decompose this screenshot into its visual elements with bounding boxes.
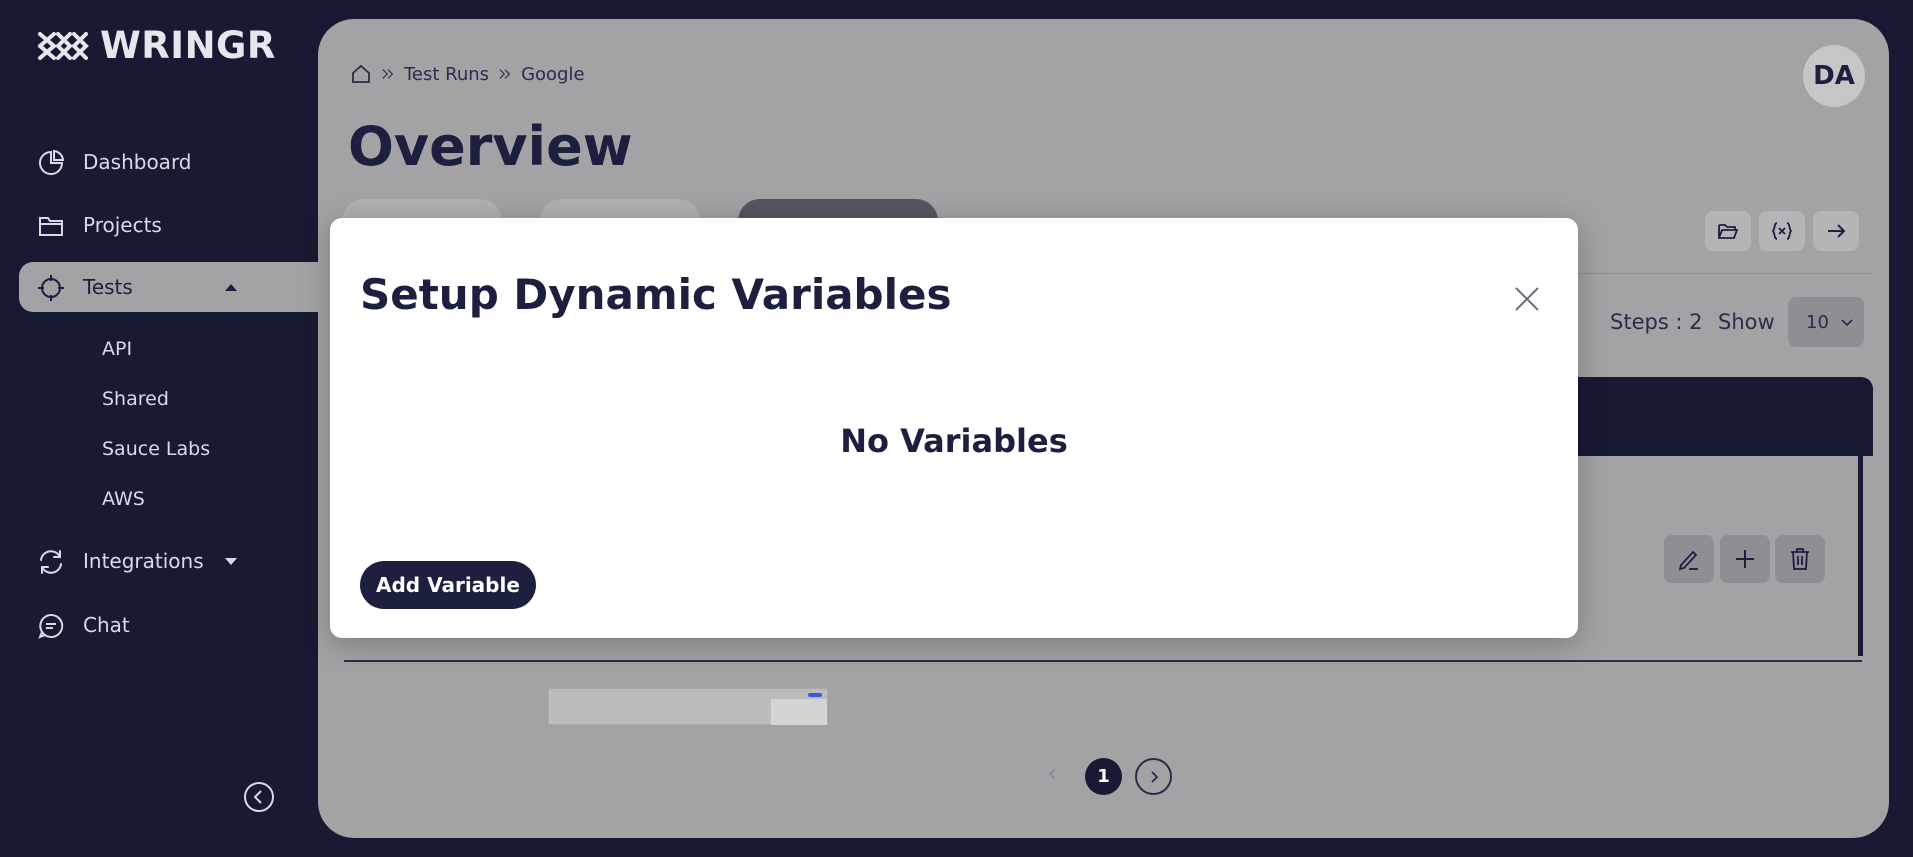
- breadcrumb-test-runs[interactable]: Test Runs: [404, 64, 489, 85]
- app-name: WRINGR: [100, 24, 276, 67]
- sidebar-subitem-sauce-labs[interactable]: Sauce Labs: [102, 438, 210, 460]
- folder-icon: [39, 217, 63, 236]
- page-size-value: 10: [1806, 311, 1829, 333]
- sidebar-item-dashboard[interactable]: Dashboard: [19, 137, 319, 187]
- sidebar-item-label: Projects: [83, 213, 162, 237]
- chevron-down-icon[interactable]: [223, 553, 239, 569]
- home-icon[interactable]: [350, 63, 372, 85]
- sidebar-item-label: Chat: [83, 613, 130, 637]
- thumbnail-detail: [771, 699, 827, 725]
- arrow-right-icon: [1828, 224, 1846, 238]
- sidebar-item-label: Tests: [83, 275, 133, 299]
- variables-button[interactable]: [1759, 211, 1805, 251]
- page-number-current[interactable]: 1: [1085, 758, 1122, 795]
- double-chevron-right-icon: [382, 69, 394, 79]
- next-page-button[interactable]: [1135, 758, 1172, 795]
- double-chevron-right-icon: [499, 69, 511, 79]
- sidebar-item-integrations[interactable]: Integrations: [19, 536, 319, 586]
- plus-icon: [1736, 550, 1754, 568]
- folder-open-icon: [1718, 224, 1739, 239]
- next-button[interactable]: [1813, 211, 1859, 251]
- steps-count: Steps : 2: [1610, 310, 1703, 334]
- table-row-divider: [344, 660, 1862, 662]
- edit-step-button[interactable]: [1664, 535, 1714, 583]
- sidebar: WRINGR Dashboard Projects Tests API Shar…: [0, 0, 319, 857]
- refresh-icon: [40, 550, 62, 574]
- breadcrumb-google[interactable]: Google: [521, 64, 584, 85]
- sidebar-subitem-aws[interactable]: AWS: [102, 488, 145, 510]
- sidebar-subitem-shared[interactable]: Shared: [102, 388, 169, 410]
- breadcrumb: Test Runs Google: [350, 63, 585, 85]
- modal-title: Setup Dynamic Variables: [360, 270, 952, 319]
- chevron-right-icon: [1150, 770, 1158, 783]
- chevron-down-icon: [1841, 319, 1853, 327]
- show-label: Show: [1718, 310, 1775, 334]
- dynamic-variables-modal: Setup Dynamic Variables No Variables Add…: [330, 218, 1578, 638]
- pie-chart-icon: [39, 149, 65, 175]
- add-step-button[interactable]: [1720, 535, 1770, 583]
- pencil-icon: [1678, 550, 1698, 571]
- crosshair-icon: [38, 275, 64, 301]
- page-size-select[interactable]: 10: [1788, 297, 1864, 347]
- page-title: Overview: [348, 115, 633, 178]
- chevron-up-icon[interactable]: [223, 279, 239, 295]
- add-variable-button[interactable]: Add Variable: [360, 561, 536, 609]
- close-icon[interactable]: [1512, 284, 1542, 314]
- variables-icon: [1771, 222, 1793, 240]
- step-screenshot-thumbnail[interactable]: [548, 688, 828, 725]
- thumbnail-detail: [808, 693, 822, 697]
- sidebar-item-label: Integrations: [83, 549, 204, 573]
- open-folder-button[interactable]: [1705, 211, 1751, 251]
- empty-state-message: No Variables: [840, 422, 1068, 460]
- sidebar-item-label: Dashboard: [83, 150, 192, 174]
- chat-icon: [38, 613, 64, 639]
- sidebar-item-tests[interactable]: Tests: [19, 262, 319, 312]
- trash-icon: [1791, 548, 1809, 570]
- delete-step-button[interactable]: [1775, 535, 1825, 583]
- wringr-logo-icon: [38, 31, 89, 60]
- table-scrollbar[interactable]: [1858, 456, 1863, 656]
- sidebar-item-projects[interactable]: Projects: [19, 200, 319, 250]
- app-logo[interactable]: WRINGR: [36, 24, 276, 67]
- collapse-sidebar-icon[interactable]: [243, 781, 275, 813]
- previous-page-icon[interactable]: [1044, 765, 1062, 783]
- sidebar-subitem-api[interactable]: API: [102, 338, 132, 360]
- sidebar-item-chat[interactable]: Chat: [19, 600, 319, 650]
- avatar[interactable]: DA: [1803, 45, 1865, 107]
